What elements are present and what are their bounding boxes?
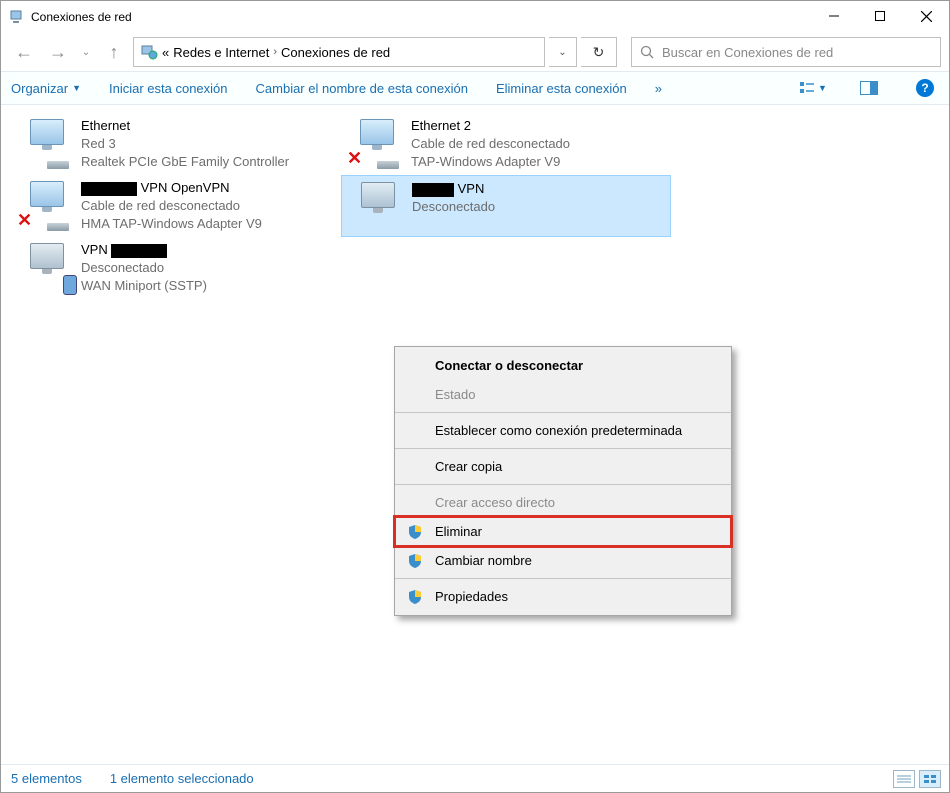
maximize-button[interactable] [857, 1, 903, 31]
start-connection-button[interactable]: Iniciar esta conexión [109, 81, 228, 96]
context-menu: Conectar o desconectar Estado Establecer… [394, 346, 732, 616]
network-adapter-icon [17, 241, 77, 293]
ctx-properties[interactable]: Propiedades [395, 582, 731, 611]
rename-connection-button[interactable]: Cambiar el nombre de esta conexión [256, 81, 468, 96]
connection-device: WAN Miniport (SSTP) [81, 277, 207, 295]
address-dropdown-button[interactable]: ⌄ [549, 37, 577, 67]
shield-icon [407, 589, 423, 605]
connection-item[interactable]: Ethernet Red 3 Realtek PCIe GbE Family C… [11, 113, 341, 175]
search-icon [640, 45, 654, 59]
redacted-text [412, 183, 454, 197]
forward-button[interactable]: → [43, 37, 73, 67]
shield-icon [407, 553, 423, 569]
ctx-create-copy[interactable]: Crear copia [395, 452, 731, 481]
connection-name: VPN OpenVPN [81, 179, 262, 197]
details-view-button[interactable] [893, 770, 915, 788]
connection-device: HMA TAP-Windows Adapter V9 [81, 215, 262, 233]
preview-pane-button[interactable] [855, 76, 883, 100]
breadcrumb-separator: › [273, 46, 277, 58]
ctx-separator [395, 484, 731, 485]
ctx-delete[interactable]: Eliminar [395, 517, 731, 546]
connection-status: Desconectado [412, 198, 495, 216]
chevron-down-icon: ▼ [818, 83, 827, 93]
breadcrumb-item-1[interactable]: Redes e Internet [173, 45, 269, 60]
status-item-count: 5 elementos [11, 771, 82, 786]
chevron-down-icon: ▼ [72, 83, 81, 93]
recent-locations-button[interactable]: ⌄ [77, 37, 95, 67]
redacted-text [111, 244, 167, 258]
help-button[interactable]: ? [911, 76, 939, 100]
window-icon [9, 9, 25, 25]
search-input[interactable]: Buscar en Conexiones de red [631, 37, 941, 67]
connection-name: VPN [81, 241, 207, 259]
ctx-separator [395, 448, 731, 449]
ctx-status: Estado [395, 380, 731, 409]
network-adapter-icon [17, 117, 77, 169]
globe-icon [63, 275, 77, 295]
ctx-create-shortcut: Crear acceso directo [395, 488, 731, 517]
ctx-connect-disconnect[interactable]: Conectar o desconectar [395, 351, 731, 380]
organize-button[interactable]: Organizar▼ [11, 81, 81, 96]
network-adapter-icon: ✕ [347, 117, 407, 169]
ctx-separator [395, 412, 731, 413]
ctx-separator [395, 578, 731, 579]
more-commands-button[interactable]: » [655, 81, 662, 96]
up-button[interactable]: ↑ [99, 37, 129, 67]
redacted-text [81, 182, 137, 196]
connection-name: Ethernet 2 [411, 117, 570, 135]
connection-item[interactable]: VPN Desconectado WAN Miniport (SSTP) [11, 237, 341, 299]
error-x-icon: ✕ [347, 148, 362, 169]
connection-status: Cable de red desconectado [411, 135, 570, 153]
connection-item-selected[interactable]: VPN Desconectado [341, 175, 671, 237]
connection-status: Desconectado [81, 259, 207, 277]
back-button[interactable]: ← [9, 37, 39, 67]
connection-name: VPN [412, 180, 495, 198]
breadcrumb-prefix: « [162, 45, 169, 60]
address-bar[interactable]: « Redes e Internet › Conexiones de red [133, 37, 545, 67]
connection-name: Ethernet [81, 117, 289, 135]
connection-item[interactable]: ✕ Ethernet 2 Cable de red desconectado T… [341, 113, 671, 175]
connection-device: TAP-Windows Adapter V9 [411, 153, 570, 171]
network-adapter-icon: ✕ [17, 179, 77, 231]
network-adapter-icon [348, 180, 408, 232]
search-placeholder: Buscar en Conexiones de red [662, 45, 833, 60]
ctx-rename[interactable]: Cambiar nombre [395, 546, 731, 575]
connection-device: Realtek PCIe GbE Family Controller [81, 153, 289, 171]
icons-view-button[interactable] [919, 770, 941, 788]
minimize-button[interactable] [811, 1, 857, 31]
shield-icon [407, 524, 423, 540]
refresh-button[interactable]: ↻ [581, 37, 617, 67]
view-options-button[interactable]: ▼ [799, 76, 827, 100]
connections-list: Ethernet Red 3 Realtek PCIe GbE Family C… [1, 105, 949, 307]
window-title: Conexiones de red [31, 10, 132, 24]
error-x-icon: ✕ [17, 210, 32, 231]
close-button[interactable] [903, 1, 949, 31]
connection-item[interactable]: ✕ VPN OpenVPN Cable de red desconectado … [11, 175, 341, 237]
ctx-set-default[interactable]: Establecer como conexión predeterminada [395, 416, 731, 445]
connection-status: Red 3 [81, 135, 289, 153]
status-selected-count: 1 elemento seleccionado [110, 771, 254, 786]
delete-connection-button[interactable]: Eliminar esta conexión [496, 81, 627, 96]
address-icon [140, 44, 158, 60]
connection-status: Cable de red desconectado [81, 197, 262, 215]
breadcrumb-item-2[interactable]: Conexiones de red [281, 45, 390, 60]
